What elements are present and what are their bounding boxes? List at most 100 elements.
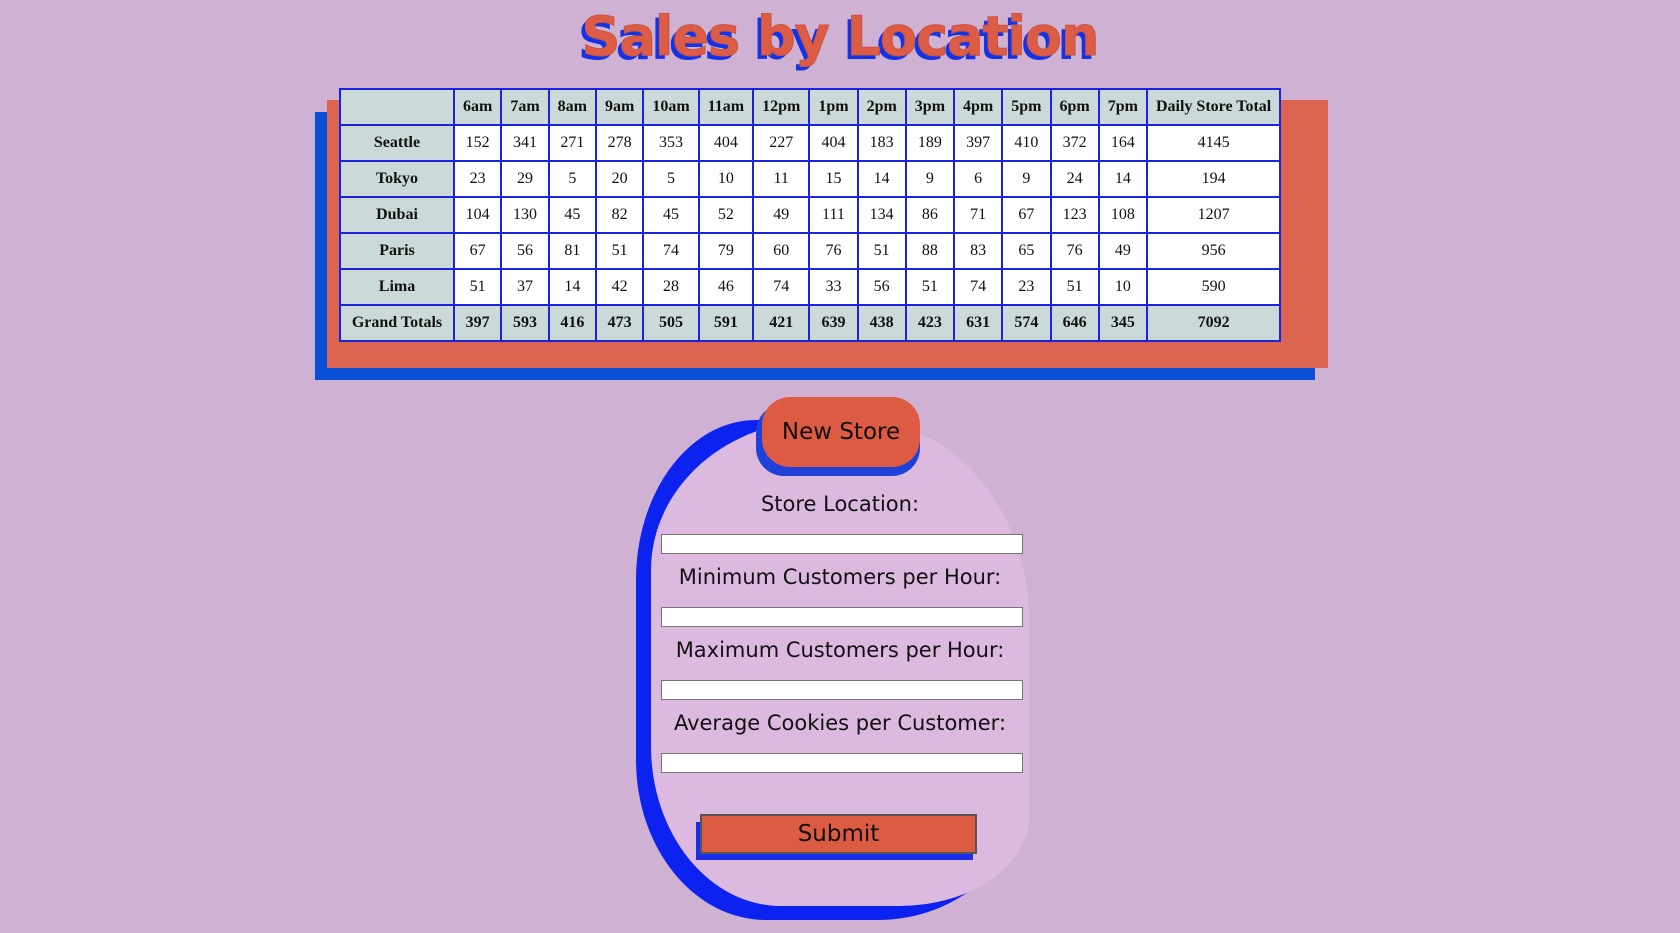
sales-cell: 52 [697, 196, 755, 234]
sales-cell: 104 [452, 196, 503, 234]
sales-cell: 24 [1049, 160, 1100, 198]
hour-header: 8am [547, 88, 597, 126]
sales-cell: 23 [1001, 268, 1052, 306]
avg-cookies-input[interactable] [661, 753, 1023, 773]
sales-cell: 42 [594, 268, 645, 306]
sales-cell: 49 [1097, 232, 1148, 270]
hourly-total-cell: 397 [452, 304, 503, 342]
sales-cell: 404 [697, 124, 755, 162]
sales-cell: 410 [1001, 124, 1052, 162]
hour-header: 9am [594, 88, 645, 126]
table-row: Lima 51 37 14 42 28 46 74 33 56 51 74 23 51 10 590 [339, 268, 1282, 306]
sales-table: 6am 7am 8am 9am 10am 11am 12pm 1pm 2pm 3pm 4pm 5pm 6… [339, 88, 1282, 342]
table-row: Paris 67 56 81 51 74 79 60 76 51 88 83 65 76 49 956 [339, 232, 1282, 270]
sales-cell: 65 [1001, 232, 1052, 270]
hour-header: 5pm [1001, 88, 1052, 126]
sales-cell: 76 [1049, 232, 1100, 270]
max-customers-input[interactable] [661, 680, 1023, 700]
sales-cell: 111 [808, 196, 859, 234]
sales-cell: 5 [642, 160, 700, 198]
submit-button[interactable]: Submit [700, 814, 977, 854]
store-location-label: Store Location: [760, 492, 920, 516]
table-row: Tokyo 23 29 5 20 5 10 11 15 14 9 6 9 24 14 194 [339, 160, 1282, 198]
sales-cell: 6 [953, 160, 1004, 198]
sales-cell: 81 [547, 232, 597, 270]
hourly-total-cell: 423 [904, 304, 956, 342]
hour-header: 7am [500, 88, 550, 126]
sales-cell: 130 [500, 196, 550, 234]
grand-totals-row: Grand Totals 397 593 416 473 505 591 421 639 438 4… [339, 304, 1282, 342]
store-total-cell: 956 [1145, 232, 1282, 270]
sales-cell: 397 [953, 124, 1004, 162]
hour-header: 7pm [1097, 88, 1148, 126]
hourly-total-cell: 438 [856, 304, 907, 342]
sales-cell: 372 [1049, 124, 1100, 162]
hourly-total-cell: 593 [500, 304, 550, 342]
hourly-total-cell: 639 [808, 304, 859, 342]
hourly-total-cell: 505 [642, 304, 700, 342]
min-customers-input[interactable] [661, 607, 1023, 627]
sales-cell: 11 [752, 160, 811, 198]
sales-cell: 45 [642, 196, 700, 234]
table-header: 6am 7am 8am 9am 10am 11am 12pm 1pm 2pm 3pm 4pm 5pm 6… [339, 88, 1282, 126]
sales-cell: 74 [953, 268, 1004, 306]
hourly-total-cell: 591 [697, 304, 755, 342]
sales-cell: 45 [547, 196, 597, 234]
sales-cell: 74 [752, 268, 811, 306]
sales-cell: 56 [856, 268, 907, 306]
sales-cell: 9 [1001, 160, 1052, 198]
sales-cell: 189 [904, 124, 956, 162]
sales-cell: 23 [452, 160, 503, 198]
hourly-total-cell: 416 [547, 304, 597, 342]
store-total-cell: 590 [1145, 268, 1282, 306]
sales-cell: 33 [808, 268, 859, 306]
sales-cell: 79 [697, 232, 755, 270]
hourly-total-cell: 421 [752, 304, 811, 342]
sales-cell: 74 [642, 232, 700, 270]
table-body: Seattle 152 341 271 278 353 404 227 404 183 189 397… [339, 124, 1282, 306]
sales-cell: 86 [904, 196, 956, 234]
sales-cell: 51 [594, 232, 645, 270]
hourly-total-cell: 574 [1001, 304, 1052, 342]
sales-cell: 227 [752, 124, 811, 162]
table-row: Seattle 152 341 271 278 353 404 227 404 183 189 397… [339, 124, 1282, 162]
sales-cell: 76 [808, 232, 859, 270]
sales-cell: 123 [1049, 196, 1100, 234]
sales-cell: 353 [642, 124, 700, 162]
sales-cell: 278 [594, 124, 645, 162]
table-row: Dubai 104 130 45 82 45 52 49 111 134 86 71 67 123 108 1… [339, 196, 1282, 234]
sales-cell: 14 [1097, 160, 1148, 198]
sales-cell: 10 [1097, 268, 1148, 306]
hour-header: 4pm [953, 88, 1004, 126]
page-title: Sales by Location Sales by Location [0, 2, 1680, 73]
sales-cell: 56 [500, 232, 550, 270]
new-store-legend[interactable]: New Store [762, 397, 920, 467]
sales-cell: 82 [594, 196, 645, 234]
store-total-cell: 1207 [1145, 196, 1282, 234]
hour-header: 6pm [1049, 88, 1100, 126]
daily-total-header: Daily Store Total [1145, 88, 1282, 126]
sales-cell: 10 [697, 160, 755, 198]
sales-cell: 20 [594, 160, 645, 198]
sales-cell: 152 [452, 124, 503, 162]
grand-total-cell: 7092 [1145, 304, 1282, 342]
sales-cell: 29 [500, 160, 550, 198]
sales-cell: 83 [953, 232, 1004, 270]
sales-cell: 15 [808, 160, 859, 198]
hour-header: 6am [452, 88, 503, 126]
sales-cell: 60 [752, 232, 811, 270]
store-location-input[interactable] [661, 534, 1023, 554]
hour-header: 3pm [904, 88, 956, 126]
store-name-cell: Dubai [339, 196, 455, 234]
sales-cell: 28 [642, 268, 700, 306]
sales-cell: 108 [1097, 196, 1148, 234]
hourly-total-cell: 345 [1097, 304, 1148, 342]
sales-cell: 404 [808, 124, 859, 162]
hour-header: 10am [642, 88, 700, 126]
hourly-total-cell: 473 [594, 304, 645, 342]
store-total-cell: 194 [1145, 160, 1282, 198]
corner-cell [339, 88, 455, 126]
table-footer: Grand Totals 397 593 416 473 505 591 421 639 438 4… [339, 304, 1282, 342]
sales-cell: 51 [1049, 268, 1100, 306]
sales-cell: 49 [752, 196, 811, 234]
